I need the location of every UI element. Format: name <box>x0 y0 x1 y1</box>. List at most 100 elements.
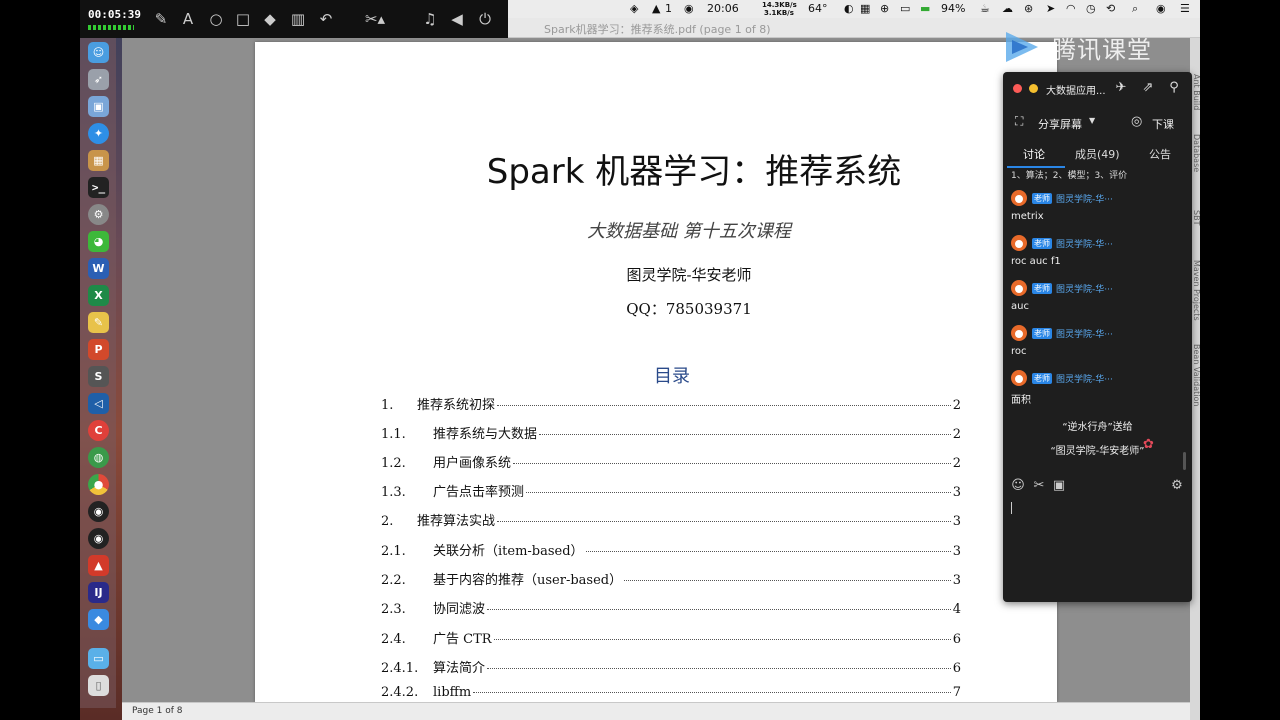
tab-announcement[interactable]: 公告 <box>1149 146 1171 162</box>
avatar[interactable] <box>1011 325 1027 341</box>
tencent-classroom-icon[interactable]: ▲ <box>88 555 109 576</box>
siri-icon[interactable]: ◉ <box>1156 2 1166 16</box>
clion-icon[interactable]: C <box>88 420 109 441</box>
excel-icon[interactable]: X <box>88 285 109 306</box>
share-screen-button[interactable]: 分享屏幕 <box>1038 116 1082 132</box>
chat-scrollbar[interactable] <box>1183 452 1186 470</box>
sublime-text-icon[interactable]: S <box>88 366 109 387</box>
undo-icon[interactable]: ↶ <box>316 9 336 29</box>
power-icon[interactable]: ⏻ <box>475 9 495 29</box>
toc-entry[interactable]: 1.3. 广告点击率预测 3 <box>381 481 961 501</box>
powerpoint-icon[interactable]: P <box>88 339 109 360</box>
sender-name[interactable]: 图灵学院-华··· <box>1056 372 1113 385</box>
end-class-icon[interactable]: ◎ <box>1131 114 1142 129</box>
scissors-icon[interactable]: ✂ <box>1031 478 1047 494</box>
circle-icon[interactable]: ○ <box>206 9 226 29</box>
safari-icon[interactable]: ✦ <box>88 123 109 144</box>
toc-entry[interactable]: 2.3. 协同滤波 4 <box>381 598 961 618</box>
pin-icon[interactable]: ⚲ <box>1166 80 1182 96</box>
brush-icon[interactable]: ✎ <box>151 9 171 29</box>
tencent-classroom-dock-icon[interactable]: ◆ <box>88 609 109 630</box>
airplane-icon[interactable]: ✈ <box>1113 80 1129 96</box>
trash-icon[interactable]: ▯ <box>88 675 109 696</box>
vpn-icon[interactable]: ⊛ <box>1024 2 1033 16</box>
send-icon[interactable]: ➤ <box>1046 2 1055 16</box>
archive-icon[interactable]: ▦ <box>88 150 109 171</box>
wechat-icon[interactable]: ◕ <box>88 231 109 252</box>
chat-input[interactable] <box>1007 498 1188 598</box>
cloud-icon[interactable]: ☁ <box>1002 2 1013 16</box>
toc-entry[interactable]: 1.2. 用户画像系统 2 <box>381 452 961 472</box>
launchpad-icon[interactable]: ➶ <box>88 69 109 90</box>
avatar[interactable] <box>1011 235 1027 251</box>
pencil-app-icon[interactable]: ✎ <box>88 312 109 333</box>
sender-name[interactable]: 图灵学院-华··· <box>1056 192 1113 205</box>
toc-entry[interactable]: 1. 推荐系统初探 2 <box>381 394 961 414</box>
toc-heading: 目录 <box>654 366 690 387</box>
screen-share-icon[interactable]: ⛶ <box>1015 114 1023 129</box>
text-icon[interactable]: A <box>178 9 198 29</box>
sender-name[interactable]: 图灵学院-华··· <box>1056 282 1113 295</box>
toc-entry[interactable]: 2.4. 广告 CTR 6 <box>381 628 961 648</box>
emoji-icon[interactable]: ☺ <box>1010 478 1026 494</box>
preview-icon[interactable]: ▣ <box>88 96 109 117</box>
menubar-icon-a[interactable]: ◐ <box>844 2 854 16</box>
coffee-icon[interactable]: ☕ <box>980 2 990 16</box>
microphone-icon[interactable]: ♫ <box>420 9 440 29</box>
terminal-icon[interactable]: >_ <box>88 177 109 198</box>
message-list[interactable]: 1、算法；2、模型；3、评价 老师 图灵学院-华··· metrix 老师 图灵学院-华… <box>1003 168 1192 478</box>
eraser-icon[interactable]: ◆ <box>260 9 280 29</box>
toc-entry[interactable]: 2.2. 基于内容的推荐（user-based） 3 <box>381 569 961 589</box>
vscode-icon[interactable]: ◁ <box>88 393 109 414</box>
toc-entry[interactable]: 1.1. 推荐系统与大数据 2 <box>381 423 961 443</box>
side-label-bean-validation[interactable]: Bean Validation <box>1192 344 1201 406</box>
speaker-icon[interactable]: ◀ <box>447 9 467 29</box>
qq-status-icon[interactable]: ◉ <box>684 2 694 16</box>
notification-center-icon[interactable]: ☰ <box>1180 2 1190 16</box>
finder-icon[interactable]: ☺ <box>88 42 109 63</box>
close-dot[interactable] <box>1013 84 1022 93</box>
toc-entry[interactable]: 2.4.1. 算法简介 6 <box>381 657 961 677</box>
rectangle-icon[interactable]: □ <box>233 9 253 29</box>
battery-icon[interactable]: ▬ <box>920 2 930 16</box>
wifi-icon[interactable]: ◠ <box>1066 2 1076 16</box>
folder-icon[interactable]: ▭ <box>88 648 109 669</box>
tools-menu-icon[interactable]: ✂▴ <box>361 9 389 29</box>
avatar[interactable] <box>1011 280 1027 296</box>
side-label-ant-build[interactable]: Ant Build <box>1192 74 1201 110</box>
avatar[interactable] <box>1011 370 1027 386</box>
side-label-maven[interactable]: Maven Projects <box>1192 260 1201 321</box>
minimize-dot[interactable] <box>1029 84 1038 93</box>
spotlight-icon[interactable]: ⌕ <box>1132 2 1138 16</box>
sender-name[interactable]: 图灵学院-华··· <box>1056 327 1113 340</box>
end-class-button[interactable]: 下课 <box>1152 116 1174 132</box>
intellij-icon[interactable]: IJ <box>88 582 109 603</box>
menubar-icon-c[interactable]: ⊕ <box>880 2 889 16</box>
chevron-down-icon[interactable]: ▼ <box>1089 116 1095 125</box>
image-icon[interactable]: ▣ <box>1051 478 1067 494</box>
system-preferences-icon[interactable]: ⚙ <box>88 204 109 225</box>
qq-icon[interactable]: ◉ <box>88 501 109 522</box>
clock-menu-icon[interactable]: ◷ <box>1086 2 1096 16</box>
clock[interactable]: 20:06 <box>707 2 739 16</box>
side-label-sbt[interactable]: SBT <box>1192 210 1201 225</box>
chrome-icon[interactable]: ● <box>88 474 109 495</box>
sender-name[interactable]: 图灵学院-华··· <box>1056 237 1113 250</box>
share-out-icon[interactable]: ⇗ <box>1140 80 1156 96</box>
avatar[interactable] <box>1011 190 1027 206</box>
dropbox-icon[interactable]: ◈ <box>630 2 638 16</box>
menubar-icon-d[interactable]: ▭ <box>900 2 910 16</box>
tab-discussion[interactable]: 讨论 <box>1023 146 1045 162</box>
network-globe-icon[interactable]: ◍ <box>88 447 109 468</box>
toc-entry[interactable]: 2. 推荐算法实战 3 <box>381 510 961 530</box>
tab-members[interactable]: 成员(49) <box>1075 146 1120 162</box>
notification-icon[interactable]: ▲ <box>652 2 660 16</box>
sync-icon[interactable]: ⟲ <box>1106 2 1115 16</box>
qq-icon-2[interactable]: ◉ <box>88 528 109 549</box>
word-icon[interactable]: W <box>88 258 109 279</box>
side-label-database[interactable]: Database <box>1192 134 1201 172</box>
toc-entry[interactable]: 2.1. 关联分析（item-based） 3 <box>381 540 961 560</box>
menubar-icon-b[interactable]: ▦ <box>860 2 870 16</box>
settings-icon[interactable]: ⚙ <box>1169 478 1185 494</box>
trash-icon[interactable]: ▥ <box>288 9 308 29</box>
